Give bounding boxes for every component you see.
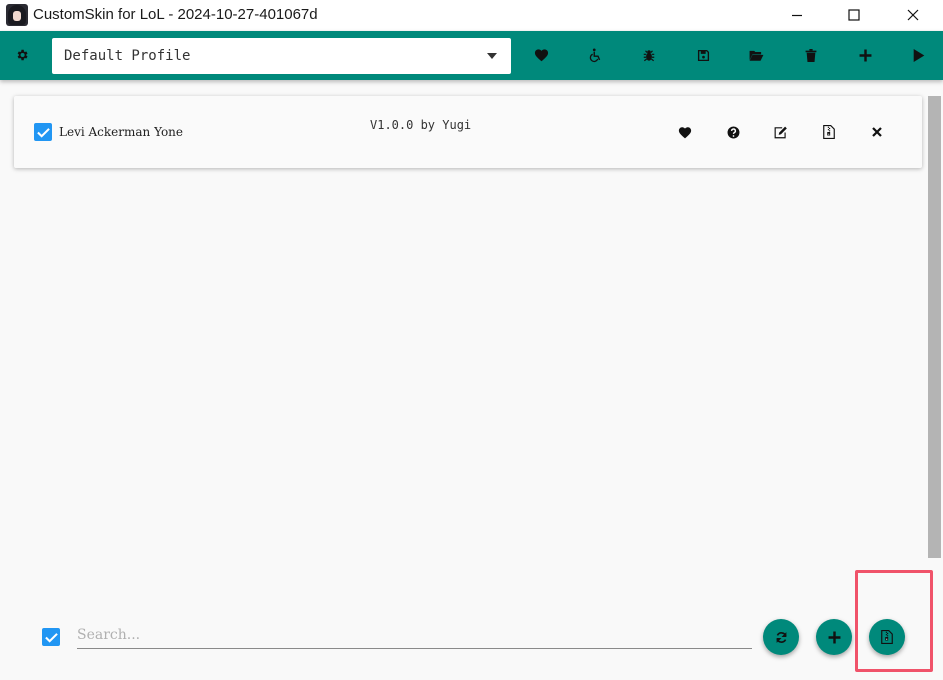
play-icon bbox=[913, 48, 925, 62]
open-folder-button[interactable] bbox=[742, 41, 770, 69]
debug-button[interactable] bbox=[635, 41, 663, 69]
checkmark-icon bbox=[36, 127, 50, 138]
mod-list: Levi Ackerman Yone V1.0.0 by Yugi bbox=[0, 82, 943, 602]
add-mod-button[interactable] bbox=[816, 619, 852, 655]
maximize-button[interactable] bbox=[825, 0, 883, 30]
heart-icon bbox=[678, 126, 692, 138]
favorite-button[interactable] bbox=[527, 41, 555, 69]
checkmark-icon bbox=[44, 632, 58, 643]
save-icon bbox=[697, 49, 709, 61]
settings-button[interactable] bbox=[8, 41, 36, 69]
mod-card: Levi Ackerman Yone V1.0.0 by Yugi bbox=[14, 96, 922, 168]
window-title: CustomSkin for LoL - 2024-10-27-401067d bbox=[33, 6, 318, 23]
accessibility-icon bbox=[589, 48, 600, 62]
mod-remove-button[interactable] bbox=[865, 120, 889, 144]
bottom-bar bbox=[0, 600, 943, 680]
title-bar: CustomSkin for LoL - 2024-10-27-401067d bbox=[0, 0, 943, 30]
plus-icon bbox=[828, 631, 840, 643]
toolbar: Default Profile bbox=[0, 31, 943, 80]
mod-enable-checkbox[interactable] bbox=[34, 123, 52, 141]
mod-version: V1.0.0 by Yugi bbox=[370, 118, 472, 132]
folder-open-icon bbox=[749, 50, 763, 61]
edit-icon bbox=[774, 126, 787, 138]
scrollbar[interactable] bbox=[928, 96, 941, 558]
mod-name: Levi Ackerman Yone bbox=[59, 125, 184, 139]
profile-select-value: Default Profile bbox=[64, 48, 191, 64]
chevron-down-icon bbox=[487, 53, 497, 59]
close-icon bbox=[872, 127, 882, 137]
mod-info-button[interactable] bbox=[721, 120, 745, 144]
maximize-icon bbox=[848, 9, 860, 21]
search-input[interactable] bbox=[77, 622, 752, 649]
select-all-checkbox[interactable] bbox=[42, 628, 60, 646]
profile-select[interactable]: Default Profile bbox=[52, 38, 511, 74]
gear-icon bbox=[17, 49, 28, 61]
app-logo-icon bbox=[6, 4, 28, 26]
mod-edit-button[interactable] bbox=[769, 120, 793, 144]
refresh-icon bbox=[775, 631, 787, 643]
delete-button[interactable] bbox=[797, 41, 825, 69]
import-file-button[interactable] bbox=[869, 619, 905, 655]
bug-icon bbox=[643, 49, 655, 61]
plus-icon bbox=[859, 49, 871, 61]
heart-icon bbox=[534, 49, 548, 62]
accessibility-button[interactable] bbox=[581, 41, 609, 69]
mod-favorite-button[interactable] bbox=[673, 120, 697, 144]
save-button[interactable] bbox=[689, 41, 717, 69]
mod-export-button[interactable] bbox=[817, 120, 841, 144]
help-icon bbox=[727, 126, 739, 138]
minimize-icon bbox=[792, 14, 802, 17]
add-button[interactable] bbox=[851, 41, 879, 69]
close-window-button[interactable] bbox=[884, 0, 942, 30]
file-zip-icon bbox=[881, 630, 893, 644]
close-icon bbox=[907, 9, 919, 21]
refresh-button[interactable] bbox=[763, 619, 799, 655]
minimize-button[interactable] bbox=[768, 0, 826, 30]
trash-icon bbox=[805, 48, 817, 62]
play-button[interactable] bbox=[905, 41, 933, 69]
file-zip-icon bbox=[823, 125, 835, 139]
